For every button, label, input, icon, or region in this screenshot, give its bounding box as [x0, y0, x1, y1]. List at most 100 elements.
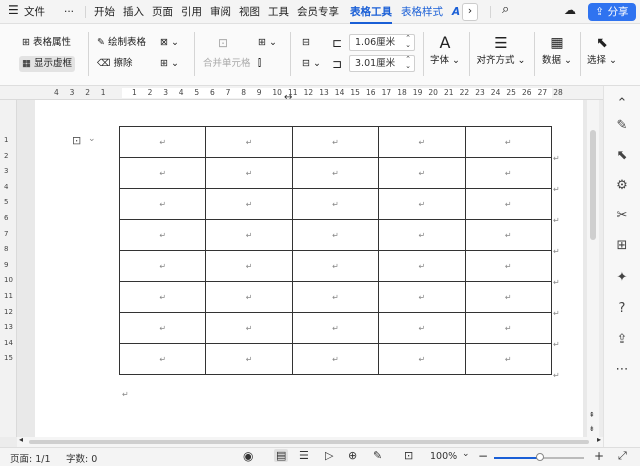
pen-icon[interactable]: ✎	[614, 118, 630, 134]
table-cell[interactable]: ↵	[205, 250, 293, 282]
adjust-icon[interactable]: ⚙	[614, 178, 630, 194]
scroll-thumb[interactable]	[29, 440, 589, 444]
tab-page[interactable]: 页面	[152, 5, 173, 19]
document-table[interactable]: ↵ ↵ ↵ ↵ ↵ ↵ ↵ ↵ ↵ ↵ ↵ ↵ ↵ ↵ ↵ ↵ ↵ ↵ ↵ ↵ ↵ ↵ ↵ ↵ ↵ ↵ ↵ ↵ ↵ ↵ ↵ ↵ ↵ ↵ ↵ ↵ ↵ ↵ ↵ ↵	[118, 126, 553, 375]
vertical-ruler[interactable]	[0, 100, 17, 437]
scroll-thumb[interactable]	[590, 130, 596, 240]
tab-review[interactable]: 审阅	[210, 5, 231, 19]
scroll-right-icon[interactable]: ▸	[597, 435, 601, 444]
table-cell[interactable]: ↵	[464, 126, 553, 158]
table-cell[interactable]: ↵	[205, 312, 293, 344]
chevron-right-icon[interactable]: ›	[462, 3, 478, 21]
table-cell[interactable]: ↵	[118, 281, 207, 313]
scroll-left-icon[interactable]: ◂	[19, 435, 23, 444]
table-cell[interactable]: ↵	[205, 343, 293, 375]
pointer-icon[interactable]: ⬉	[614, 148, 630, 164]
zoom-slider-handle[interactable]	[536, 453, 544, 461]
table-cell[interactable]: ↵	[464, 343, 553, 375]
table-cell[interactable]: ↵	[378, 219, 466, 251]
table-cell[interactable]: ↵	[291, 250, 380, 282]
search-icon[interactable]: ⌕	[502, 3, 509, 17]
table-cell[interactable]: ↵	[118, 188, 207, 220]
draw-table-button[interactable]: ✎ 绘制表格	[97, 37, 146, 49]
chevron-up-icon[interactable]: ⌃	[614, 96, 630, 112]
share-button[interactable]: ⇪ 分享	[588, 3, 636, 21]
tab-view[interactable]: 视图	[239, 5, 260, 19]
zoom-out-icon[interactable]: −	[478, 449, 488, 463]
vertical-scrollbar[interactable]: ⇞ ⇟	[587, 100, 599, 437]
table-cell[interactable]: ↵	[205, 188, 293, 220]
table-cell[interactable]: ↵	[118, 126, 207, 158]
page-view-icon[interactable]: ▤	[274, 449, 289, 462]
table-cell[interactable]: ↵	[464, 312, 553, 344]
table-cell[interactable]: ↵	[291, 312, 380, 344]
font-button[interactable]: A 字体 ⌄	[430, 34, 460, 67]
delete-table-button[interactable]: ⊠ ⌄	[160, 37, 179, 49]
eye-icon[interactable]: ◉	[243, 449, 253, 463]
file-menu[interactable]: 文件	[24, 5, 45, 19]
table-properties-button[interactable]: ⊞ 表格属性	[22, 37, 71, 49]
more-menu[interactable]: ···	[64, 5, 74, 19]
table-cell[interactable]: ↵	[205, 157, 293, 189]
table-cell[interactable]: ↵	[205, 281, 293, 313]
table-cell[interactable]: ↵	[205, 219, 293, 251]
table-cell[interactable]: ↵	[378, 188, 466, 220]
table-cell[interactable]: ↵	[291, 188, 380, 220]
table-cell[interactable]: ↵	[378, 126, 466, 158]
table-cell[interactable]: ↵	[378, 250, 466, 282]
table-cell[interactable]: ↵	[464, 219, 553, 251]
zoom-in-icon[interactable]: +	[594, 449, 604, 463]
table-cell[interactable]: ↵	[464, 281, 553, 313]
data-button[interactable]: ▦ 数据 ⌄	[540, 34, 574, 66]
table-cell[interactable]: ↵	[118, 312, 207, 344]
play-icon[interactable]: ▷	[325, 449, 333, 462]
table-cell[interactable]: ↵	[205, 126, 293, 158]
merge-cells-button[interactable]: 合并单元格	[203, 58, 251, 70]
table-cell[interactable]: ↵	[291, 281, 380, 313]
tools-icon[interactable]: ✂	[614, 208, 630, 224]
ai-icon[interactable]: ✦	[614, 270, 630, 286]
table-cell[interactable]: ↵	[464, 250, 553, 282]
table-cell[interactable]: ↵	[118, 219, 207, 251]
spin-up-icon[interactable]: ⌃ ⌄	[405, 35, 411, 49]
help-icon[interactable]: ?	[614, 301, 630, 317]
row-height-input[interactable]: 1.06厘米 ⌃ ⌄	[349, 34, 415, 51]
page-count[interactable]: 页面: 1/1	[10, 451, 51, 465]
table-cell[interactable]: ↵	[464, 188, 553, 220]
next-page-icon[interactable]: ⇟	[589, 425, 595, 433]
more-icon[interactable]: ⋯	[614, 362, 630, 378]
col-width-input[interactable]: 3.01厘米 ⌃ ⌄	[349, 55, 415, 72]
outline-view-icon[interactable]: ☰	[299, 449, 309, 462]
fullscreen-icon[interactable]: ⤢	[618, 449, 627, 463]
export-icon[interactable]: ⇪	[614, 332, 630, 348]
tab-home[interactable]: 开始	[94, 5, 115, 19]
web-view-icon[interactable]: ⊕	[348, 449, 357, 462]
table-cell[interactable]: ↵	[378, 312, 466, 344]
table-cell[interactable]: ↵	[291, 219, 380, 251]
tab-references[interactable]: 引用	[181, 5, 202, 19]
zoom-level[interactable]: 100%	[430, 451, 457, 462]
table-move-handle-icon[interactable]: ⊡	[72, 134, 81, 147]
menu-icon[interactable]: ☰	[8, 3, 19, 17]
chevron-down-icon[interactable]: ⌄	[88, 134, 96, 144]
table-cell[interactable]: ↵	[378, 281, 466, 313]
pen-mode-icon[interactable]: ✎	[373, 449, 382, 462]
erase-button[interactable]: ⌫ 擦除	[97, 58, 132, 70]
table-cell[interactable]: ↵	[464, 157, 553, 189]
chevron-down-icon[interactable]: ⌄	[462, 449, 470, 459]
layout-icon[interactable]: ⊞	[614, 238, 630, 254]
split-cells-button[interactable]: ⊞ ⌄	[258, 37, 277, 49]
table-cell[interactable]: ↵	[118, 157, 207, 189]
spin-down-icon[interactable]: ⌃ ⌄	[405, 56, 411, 70]
align-button[interactable]: ☰ 对齐方式 ⌄	[476, 34, 526, 66]
fit-page-icon[interactable]: ⊡	[404, 449, 413, 462]
word-count[interactable]: 字数: 0	[66, 451, 97, 465]
auto-fit-button[interactable]: ⊟	[302, 37, 310, 49]
table-cell[interactable]: ↵	[118, 343, 207, 375]
table-cell[interactable]: ↵	[291, 343, 380, 375]
tab-insert[interactable]: 插入	[123, 5, 144, 19]
cloud-sync-icon[interactable]: ☁	[564, 3, 576, 17]
table-cell[interactable]: ↵	[291, 157, 380, 189]
table-cell[interactable]: ↵	[378, 343, 466, 375]
text-tool-icon[interactable]: A	[452, 5, 460, 19]
